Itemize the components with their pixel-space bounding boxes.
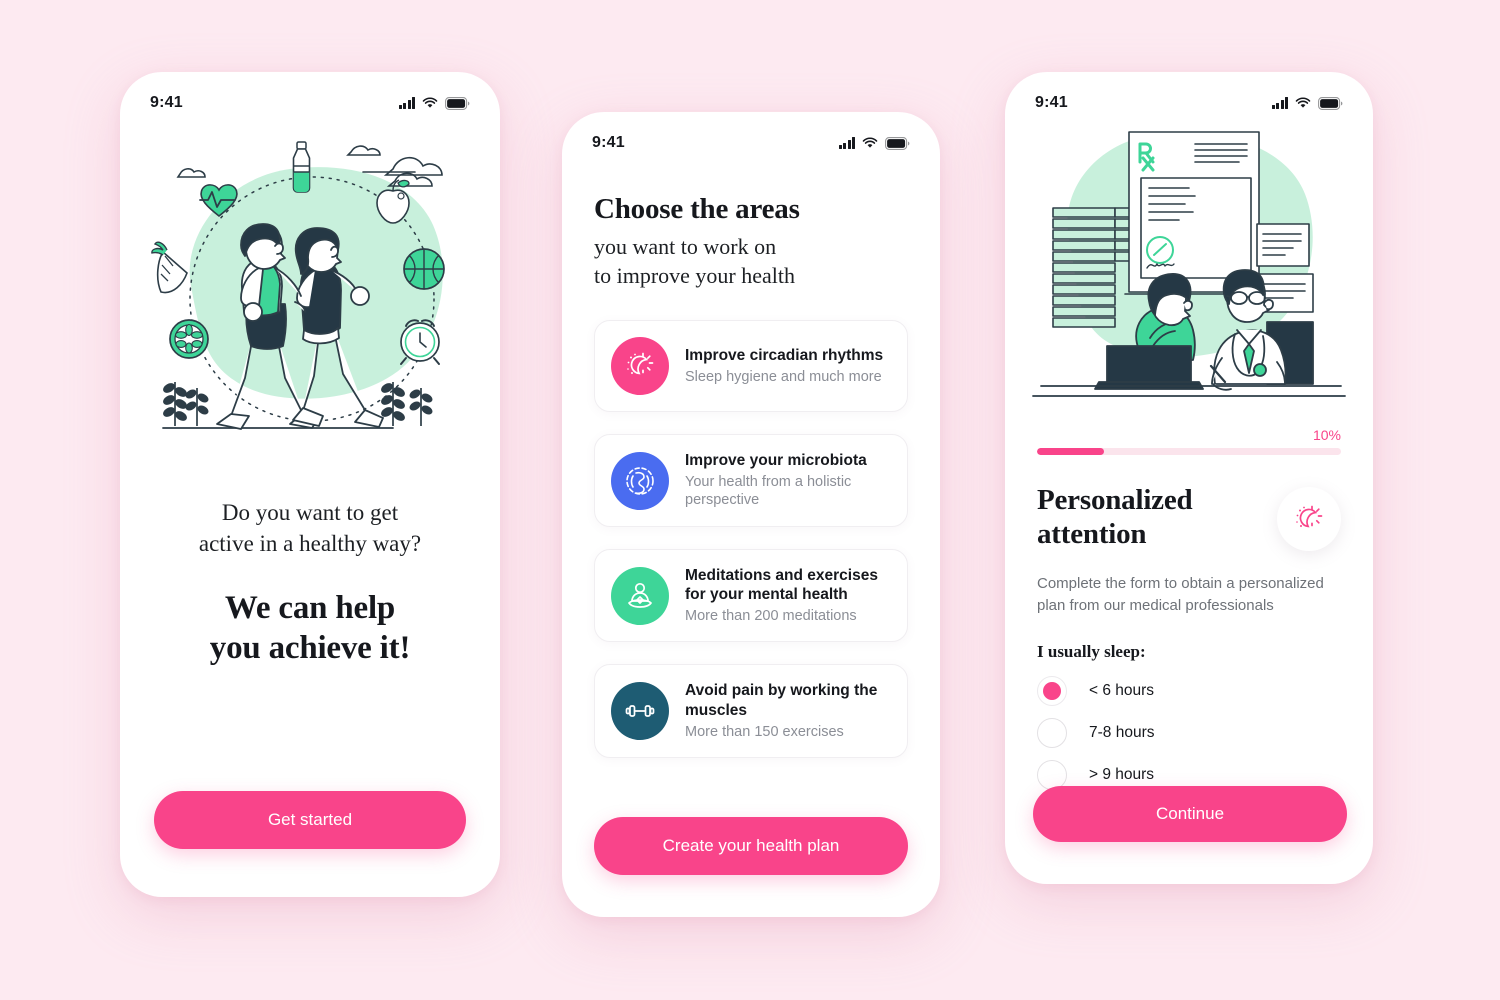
status-time: 9:41	[592, 134, 625, 151]
create-health-plan-button[interactable]: Create your health plan	[594, 817, 908, 875]
status-icons	[398, 96, 471, 110]
personalized-form-body: 10% Personalized attention Complete the …	[1005, 413, 1373, 791]
sleep-hours-radio-group: < 6 hours 7-8 hours > 9 hours	[1037, 676, 1341, 791]
status-bar: 9:41	[120, 72, 500, 116]
progress-bar-fill	[1037, 448, 1104, 455]
card-description: Your health from a holistic perspective	[685, 473, 852, 509]
progress-section: 10%	[1037, 427, 1341, 455]
page-subtitle-line-2: to improve your health	[594, 263, 796, 289]
card-text: Improve circadian rhythms Sleep hygiene …	[685, 346, 883, 386]
area-card-microbiota[interactable]: Improve your microbiota Your health from…	[594, 434, 908, 527]
form-description: Complete the form to obtain a personaliz…	[1037, 575, 1324, 614]
get-started-button[interactable]: Get started	[154, 791, 466, 849]
page-subtitle: you want to work on to improve your heal…	[594, 232, 908, 290]
progress-bar	[1037, 448, 1341, 455]
app-mockup-stage: 9:41 Do you want to get active in a heal…	[0, 0, 1500, 1000]
page-title-line-2: attention	[1037, 518, 1147, 551]
card-text: Meditations and exercises for your menta…	[685, 566, 891, 626]
page-title: Choose the areas	[594, 193, 800, 225]
walking-couple-healthy-lifestyle-illustration	[151, 141, 445, 430]
wifi-icon	[1295, 97, 1311, 109]
circadian-sun-moon-icon	[1277, 487, 1341, 551]
card-description: More than 200 meditations	[685, 607, 857, 624]
phone-screen-onboarding: 9:41 Do you want to get active in a heal…	[120, 72, 500, 897]
doctor-consultation-prescription-illustration	[1032, 131, 1346, 397]
personalized-heading-row: Personalized attention	[1037, 483, 1341, 551]
area-card-meditations[interactable]: Meditations and exercises for your menta…	[594, 548, 908, 643]
area-card-muscles[interactable]: Avoid pain by working the muscles More t…	[594, 664, 908, 759]
card-text: Improve your microbiota Your health from…	[685, 451, 891, 510]
card-title: Avoid pain by working the muscles	[685, 682, 878, 719]
card-title: Improve your microbiota	[685, 452, 867, 470]
radio-option-7-8-hours[interactable]: 7-8 hours	[1037, 718, 1341, 749]
battery-icon	[445, 96, 470, 110]
status-time: 9:41	[150, 94, 183, 111]
battery-icon	[1318, 96, 1343, 110]
phone-screen-personalized-attention: 9:41 10% Personalized attention Complete…	[1005, 72, 1373, 884]
radio-indicator[interactable]	[1037, 676, 1067, 707]
status-bar: 9:41	[1005, 72, 1373, 116]
onboarding-subtitle-line-2: active in a healthy way?	[198, 531, 422, 557]
choose-areas-body: Choose the areas you want to work on to …	[562, 156, 940, 759]
radio-label: > 9 hours	[1089, 766, 1155, 784]
radio-label: < 6 hours	[1089, 682, 1155, 700]
dumbbell-icon	[611, 682, 669, 741]
card-text: Avoid pain by working the muscles More t…	[685, 681, 891, 741]
onboarding-copy: Do you want to get active in a healthy w…	[120, 497, 500, 669]
meditation-lotus-icon	[611, 566, 669, 625]
signal-icon	[838, 137, 855, 149]
onboarding-headline: We can help you achieve it!	[146, 588, 474, 670]
status-icons	[1271, 96, 1344, 110]
form-question: I usually sleep:	[1037, 642, 1146, 662]
onboarding-subtitle: Do you want to get active in a healthy w…	[146, 497, 474, 560]
signal-icon	[398, 97, 415, 109]
status-time: 9:41	[1035, 94, 1068, 111]
radio-option-less-than-6-hours[interactable]: < 6 hours	[1037, 676, 1341, 707]
card-description: More than 150 exercises	[685, 723, 844, 740]
battery-icon	[885, 136, 910, 150]
page-subtitle-line-1: you want to work on	[594, 234, 777, 260]
onboarding-headline-line-1: We can help	[224, 589, 396, 626]
progress-label: 10%	[1312, 427, 1341, 443]
phone-screen-choose-areas: 9:41 Choose the areas you want to work o…	[562, 112, 940, 917]
wifi-icon	[862, 137, 878, 149]
card-title: Meditations and exercises for your menta…	[685, 566, 878, 604]
circadian-sun-moon-icon	[611, 337, 669, 396]
card-description: Sleep hygiene and much more	[685, 368, 882, 385]
continue-button[interactable]: Continue	[1033, 786, 1347, 842]
signal-icon	[1271, 97, 1288, 109]
card-title: Improve circadian rhythms	[685, 347, 884, 365]
onboarding-subtitle-line-1: Do you want to get	[221, 500, 399, 525]
status-bar: 9:41	[562, 112, 940, 156]
area-card-list: Improve circadian rhythms Sleep hygiene …	[594, 320, 908, 759]
page-title-line-1: Personalized	[1037, 484, 1193, 516]
onboarding-headline-line-2: you achieve it!	[209, 630, 411, 667]
page-title: Personalized attention	[1037, 483, 1193, 551]
microbiota-intestine-icon	[611, 451, 669, 510]
radio-indicator[interactable]	[1037, 718, 1067, 749]
area-card-circadian-rhythms[interactable]: Improve circadian rhythms Sleep hygiene …	[594, 320, 908, 413]
radio-label: 7-8 hours	[1089, 724, 1155, 742]
status-icons	[838, 136, 911, 150]
wifi-icon	[422, 97, 438, 109]
